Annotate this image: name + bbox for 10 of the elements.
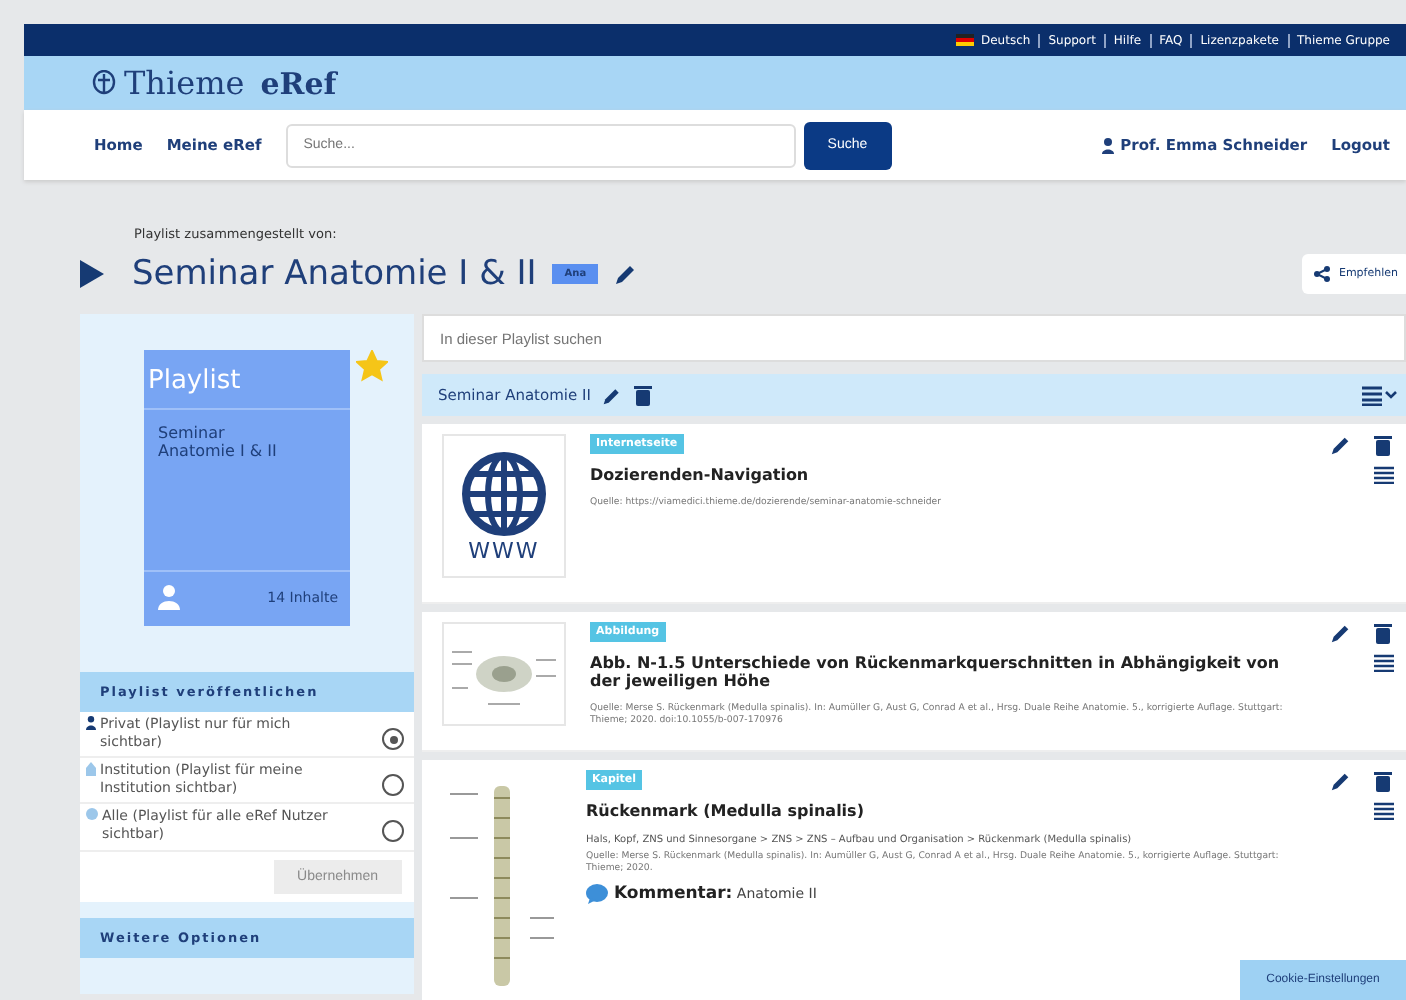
item-title[interactable]: Abb. N-1.5 Unterschiede von Rückenmarkquerschnitten in Abhängigkeit von der jeweiligen Höhe bbox=[590, 654, 1306, 690]
brand-name: Thieme bbox=[124, 64, 245, 102]
item-title[interactable]: Rückenmark (Medulla spinalis) bbox=[586, 802, 864, 820]
playlist-title: Seminar Anatomie I & II bbox=[132, 254, 537, 294]
thumbnail[interactable]: WWW bbox=[442, 434, 566, 578]
item-title[interactable]: Dozierenden-Navigation bbox=[590, 466, 809, 484]
product-name: eRef bbox=[260, 65, 337, 101]
card-label: Playlist bbox=[144, 350, 350, 410]
card-title: Seminar Anatomie I & II bbox=[156, 422, 279, 464]
thumbnail-label: WWW bbox=[468, 537, 540, 563]
